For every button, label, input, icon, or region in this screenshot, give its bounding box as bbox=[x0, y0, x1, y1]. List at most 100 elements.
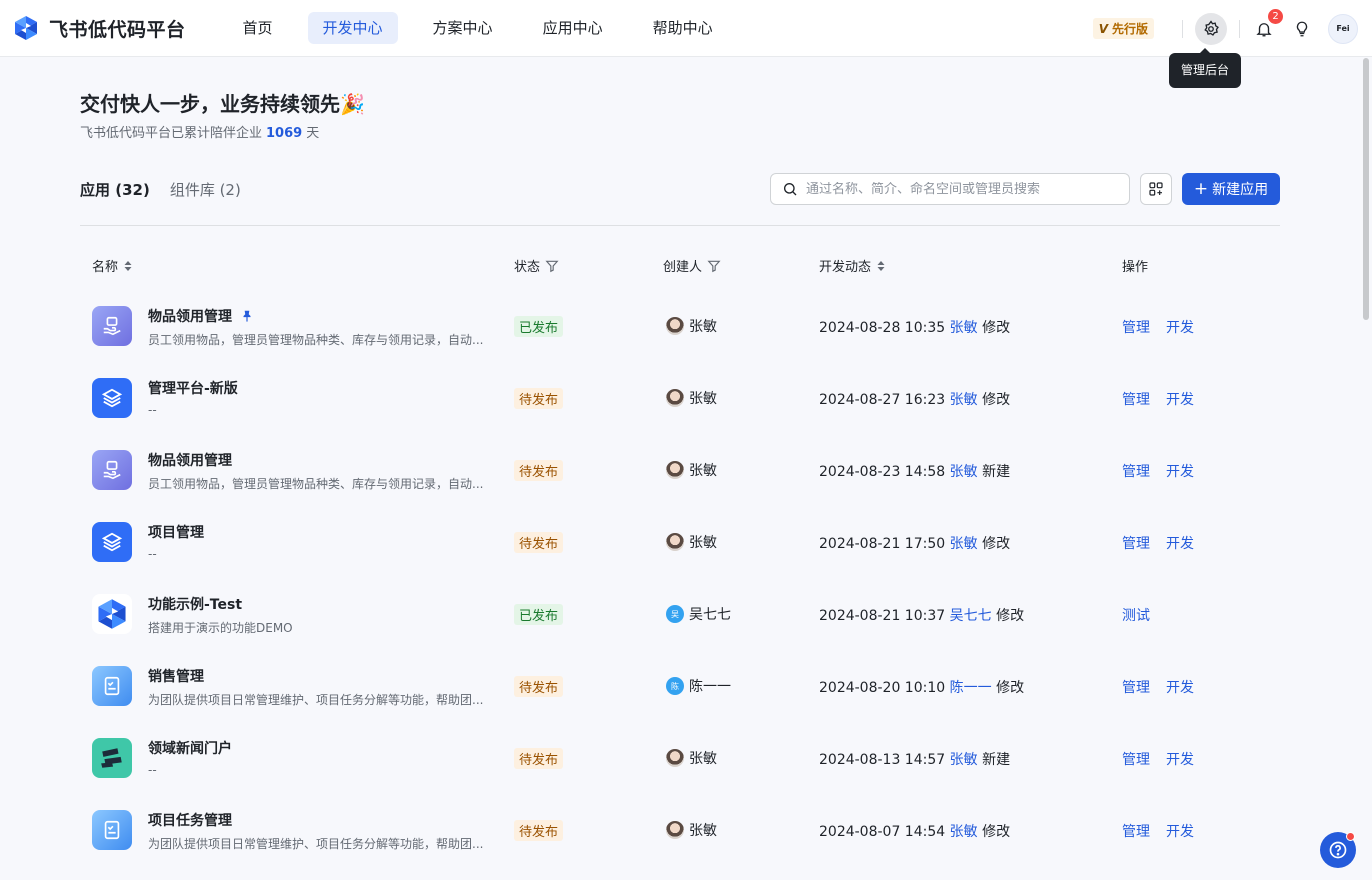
app-name-label: 管理平台-新版 bbox=[148, 381, 238, 397]
tab-component-library[interactable]: 组件库 (2) bbox=[170, 179, 241, 200]
row-action-button[interactable]: 测试 bbox=[1122, 605, 1150, 625]
row-action-button[interactable]: 管理 bbox=[1122, 461, 1150, 481]
logo-icon bbox=[15, 16, 37, 40]
checklist-icon bbox=[92, 666, 132, 706]
dev-actor-link[interactable]: 陈一一 bbox=[950, 680, 992, 696]
table-row[interactable]: 领域新闻门户 -- 待发布 张敏 2024-08-13 14:57 张敏 新建 管理 开发 bbox=[80, 722, 1280, 794]
dev-actor-link[interactable]: 张敏 bbox=[950, 392, 978, 408]
dev-actor-link[interactable]: 吴七七 bbox=[950, 608, 992, 624]
row-action-button[interactable]: 管理 bbox=[1122, 389, 1150, 409]
dev-actor-link[interactable]: 张敏 bbox=[950, 752, 978, 768]
notifications-button[interactable]: 2 bbox=[1252, 8, 1283, 41]
nav-item-app-center[interactable]: 应用中心 bbox=[528, 12, 618, 44]
app-name[interactable]: 物品领用管理 bbox=[148, 306, 254, 326]
dev-activity: 2024-08-28 10:35 张敏 修改 bbox=[819, 317, 1010, 337]
nav-item-solutions[interactable]: 方案中心 bbox=[418, 12, 508, 44]
search-input[interactable] bbox=[806, 181, 1116, 197]
nav-item-help-center[interactable]: 帮助中心 bbox=[638, 12, 728, 44]
row-action-button[interactable]: 管理 bbox=[1122, 317, 1150, 337]
pin-icon[interactable] bbox=[240, 309, 254, 323]
table-row[interactable]: 销售管理 为团队提供项目日常管理维护、项目任务分解等功能，帮助团... 待发布陈陈一… bbox=[80, 650, 1280, 722]
creator-name: 张敏 bbox=[689, 751, 717, 767]
search-box bbox=[770, 173, 1130, 205]
search-icon bbox=[784, 183, 797, 196]
dev-activity: 2024-08-21 10:37 吴七七 修改 bbox=[819, 605, 1024, 625]
app-name-label: 领域新闻门户 bbox=[148, 741, 232, 757]
row-actions: 管理 开发 bbox=[1122, 821, 1210, 841]
table-row[interactable]: 管理平台-新版 -- 待发布 张敏 2024-08-27 16:23 张敏 修改 管理 开发 bbox=[80, 362, 1280, 434]
dev-actor-link[interactable]: 张敏 bbox=[950, 536, 978, 552]
row-action-button[interactable]: 开发 bbox=[1166, 317, 1194, 337]
table-row[interactable]: 功能示例-Test 搭建用于演示的功能DEMO 已发布吴吴七七 2024-08-21 … bbox=[80, 578, 1280, 650]
row-action-button[interactable]: 管理 bbox=[1122, 749, 1150, 769]
column-status-label: 状态 bbox=[514, 260, 541, 275]
row-action-button[interactable]: 开发 bbox=[1166, 821, 1194, 841]
creator-name: 张敏 bbox=[689, 535, 717, 551]
sort-icon bbox=[877, 260, 885, 271]
creator-name: 吴七七 bbox=[689, 607, 731, 623]
row-action-button[interactable]: 开发 bbox=[1166, 461, 1194, 481]
nav-item-dev-center[interactable]: 开发中心 bbox=[307, 12, 398, 44]
admin-console-button[interactable] bbox=[1195, 12, 1227, 45]
creator: 陈陈一一 bbox=[666, 676, 731, 696]
dev-action: 修改 bbox=[982, 824, 1011, 840]
app-name[interactable]: 功能示例-Test bbox=[148, 594, 242, 614]
logo[interactable]: 飞书低代码平台 bbox=[13, 15, 186, 42]
app-description: 为团队提供项目日常管理维护、项目任务分解等功能，帮助团... bbox=[148, 693, 484, 707]
table-row[interactable]: 项目管理 -- 待发布 张敏 2024-08-21 17:50 张敏 修改 管理 开发 bbox=[80, 506, 1280, 578]
beta-badge-prefix: V bbox=[1098, 21, 1108, 36]
help-button[interactable] bbox=[1320, 832, 1356, 868]
creator-name: 张敏 bbox=[689, 463, 717, 479]
app-description: 员工领用物品，管理员管理物品种类、库存与领用记录，自动... bbox=[148, 333, 484, 347]
beta-badge[interactable]: V 先行版 bbox=[1092, 18, 1154, 39]
table-row[interactable]: 物品领用管理 员工领用物品，管理员管理物品种类、库存与领用记录，自动... 待发布 张… bbox=[80, 434, 1280, 506]
row-action-button[interactable]: 开发 bbox=[1166, 533, 1194, 553]
creator-avatar bbox=[666, 389, 684, 407]
app-name-label: 销售管理 bbox=[148, 669, 204, 685]
column-status[interactable]: 状态 bbox=[514, 256, 559, 275]
tab-apps[interactable]: 应用 (32) bbox=[80, 179, 150, 200]
dev-action: 修改 bbox=[982, 536, 1011, 552]
dev-time: 2024-08-21 17:50 bbox=[819, 536, 946, 552]
row-action-button[interactable]: 管理 bbox=[1122, 677, 1150, 697]
dev-time: 2024-08-27 16:23 bbox=[819, 392, 946, 408]
new-app-label: 新建应用 bbox=[1212, 182, 1269, 198]
dev-activity: 2024-08-20 10:10 陈一一 修改 bbox=[819, 677, 1024, 697]
user-avatar[interactable]: Fei bbox=[1328, 13, 1358, 44]
table-row[interactable]: 物品领用管理 员工领用物品，管理员管理物品种类、库存与领用记录，自动... 已发布 张… bbox=[80, 290, 1280, 362]
creator-avatar bbox=[666, 749, 684, 767]
scrollbar[interactable] bbox=[1363, 58, 1369, 320]
column-creator[interactable]: 创建人 bbox=[663, 256, 721, 275]
app-name[interactable]: 物品领用管理 bbox=[148, 450, 232, 470]
app-name[interactable]: 项目管理 bbox=[148, 522, 204, 542]
news-icon bbox=[92, 738, 132, 778]
creator-avatar bbox=[666, 821, 684, 839]
row-action-button[interactable]: 管理 bbox=[1122, 821, 1150, 841]
dev-actor-link[interactable]: 张敏 bbox=[950, 464, 978, 480]
row-actions: 测试 bbox=[1122, 605, 1166, 625]
dev-actor-link[interactable]: 张敏 bbox=[950, 824, 978, 840]
row-action-button[interactable]: 开发 bbox=[1166, 677, 1194, 697]
nav-item-home[interactable]: 首页 bbox=[228, 12, 288, 44]
app-name[interactable]: 领域新闻门户 bbox=[148, 738, 232, 758]
layers-icon bbox=[92, 522, 132, 562]
row-action-button[interactable]: 管理 bbox=[1122, 533, 1150, 553]
divider bbox=[1239, 19, 1240, 38]
help-notification-dot bbox=[1346, 832, 1355, 841]
table-row[interactable]: 项目任务管理 为团队提供项目日常管理维护、项目任务分解等功能，帮助团... 待发布 张… bbox=[80, 794, 1280, 866]
ideas-button[interactable] bbox=[1290, 17, 1314, 41]
column-actions: 操作 bbox=[1122, 256, 1148, 275]
grid-icon bbox=[1149, 182, 1163, 196]
column-name[interactable]: 名称 bbox=[92, 256, 133, 275]
app-name[interactable]: 销售管理 bbox=[148, 666, 204, 686]
dev-time: 2024-08-13 14:57 bbox=[819, 752, 946, 768]
row-action-button[interactable]: 开发 bbox=[1166, 389, 1194, 409]
column-dev-activity[interactable]: 开发动态 bbox=[819, 256, 886, 275]
view-toggle-button[interactable] bbox=[1140, 173, 1172, 205]
app-name[interactable]: 管理平台-新版 bbox=[148, 378, 238, 398]
dev-actor-link[interactable]: 张敏 bbox=[950, 320, 978, 336]
app-name[interactable]: 项目任务管理 bbox=[148, 810, 232, 830]
row-action-button[interactable]: 开发 bbox=[1166, 749, 1194, 769]
new-app-button[interactable]: + 新建应用 bbox=[1182, 173, 1280, 205]
dev-action: 新建 bbox=[982, 464, 1011, 480]
